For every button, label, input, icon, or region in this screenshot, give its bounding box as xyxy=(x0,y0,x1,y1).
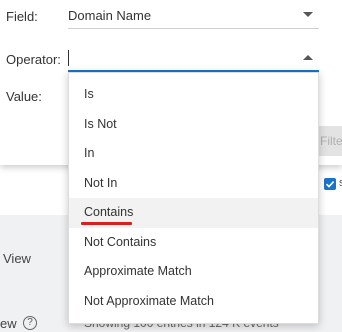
option-in[interactable]: In xyxy=(69,139,318,169)
option-not-in[interactable]: Not In xyxy=(69,169,318,199)
field-select-underline xyxy=(68,28,319,29)
chevron-down-icon xyxy=(303,12,313,17)
field-label: Field: xyxy=(6,9,38,24)
screen: s View ew ? Showing 100 entries in 124 K… xyxy=(0,0,342,332)
option-not-contains[interactable]: Not Contains xyxy=(69,228,318,258)
filter-button[interactable]: Filter xyxy=(318,126,342,156)
operator-select[interactable] xyxy=(68,44,319,72)
text-caret xyxy=(68,50,69,66)
view-label: View xyxy=(3,251,31,266)
view-label-fragment: ew xyxy=(0,316,17,331)
operator-label: Operator: xyxy=(6,52,61,67)
option-approximate-match[interactable]: Approximate Match xyxy=(69,257,318,287)
check-icon xyxy=(325,181,335,188)
option-not-approximate-match[interactable]: Not Approximate Match xyxy=(69,287,318,317)
option-is[interactable]: Is xyxy=(69,80,318,110)
background-checkbox[interactable] xyxy=(324,178,336,190)
option-is-not[interactable]: Is Not xyxy=(69,110,318,140)
chevron-up-icon xyxy=(303,55,313,60)
field-select[interactable]: Domain Name xyxy=(68,1,319,29)
value-label: Value: xyxy=(6,89,42,104)
annotation-underline xyxy=(81,222,132,225)
operator-dropdown: Is Is Not In Not In Contains Not Contain… xyxy=(68,72,319,324)
help-icon[interactable]: ? xyxy=(23,316,37,330)
field-select-value: Domain Name xyxy=(68,8,152,23)
